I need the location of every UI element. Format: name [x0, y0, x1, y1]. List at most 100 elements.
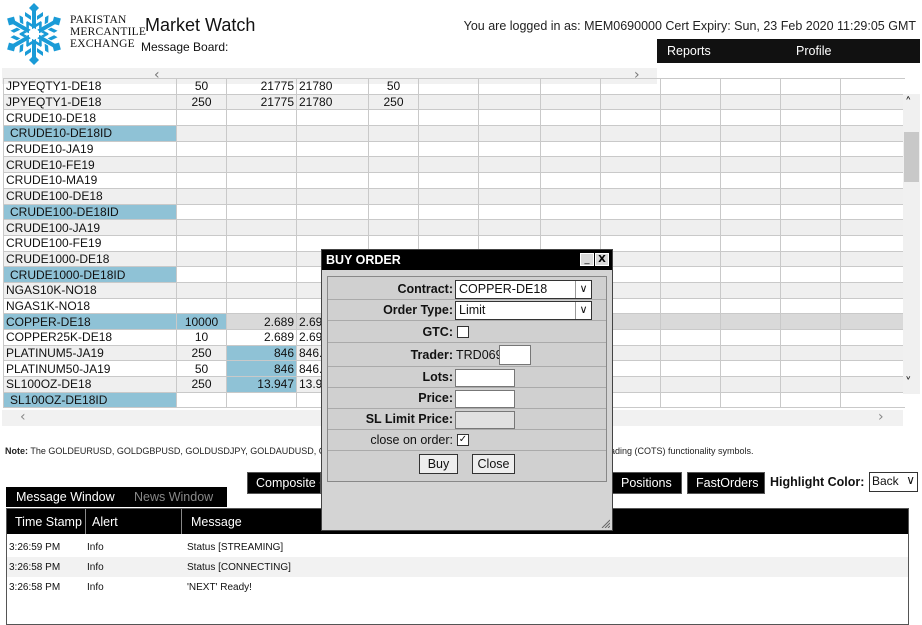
scroll-thumb[interactable]	[904, 132, 919, 182]
market-row[interactable]: CRUDE100-JA19Open	[3, 219, 905, 236]
composite-button[interactable]: Composite O	[247, 472, 321, 494]
close-icon[interactable]: X	[595, 253, 609, 266]
market-row[interactable]: JPYEQTY1-DE1850217752178050Open	[3, 78, 905, 95]
empty-cell	[540, 109, 601, 127]
empty-cell	[660, 219, 721, 236]
dialog-title-bar[interactable]: BUY ORDER _ X	[322, 250, 612, 270]
scroll-left-icon[interactable]: ‹	[20, 409, 26, 425]
market-row[interactable]: CRUDE10-DE18Open	[3, 109, 905, 127]
market-row[interactable]: CRUDE100-DE18Open	[3, 187, 905, 205]
symbol-cell: JPYEQTY1-DE18	[3, 93, 177, 111]
market-row[interactable]: CRUDE10-DE18IDOpen	[3, 125, 905, 142]
empty-cell	[840, 360, 905, 378]
qty-cell	[176, 266, 227, 283]
symbol-cell: COPPER-DE18	[3, 313, 177, 330]
empty-cell	[720, 297, 781, 315]
lots-input[interactable]	[455, 369, 515, 387]
gtc-checkbox[interactable]	[457, 326, 469, 338]
footnote-tail: ading (COTS) functionality symbols.	[610, 446, 754, 456]
close-button[interactable]: Close	[472, 454, 515, 474]
symbol-cell: CRUDE100-DE18	[3, 187, 177, 205]
empty-cell	[418, 219, 479, 236]
nav-reports[interactable]: Reports	[667, 44, 711, 58]
symbol-cell: SL100OZ-DE18	[3, 376, 177, 393]
qty-cell	[176, 391, 227, 409]
empty-cell	[540, 172, 601, 189]
scroll-up-icon[interactable]: ˄	[905, 96, 912, 111]
empty-cell	[840, 140, 905, 158]
empty-cell	[600, 187, 661, 205]
empty-cell	[840, 329, 905, 346]
empty-cell	[660, 297, 721, 315]
close-on-order-checkbox[interactable]: ✓	[457, 434, 469, 446]
empty-cell	[660, 344, 721, 362]
market-row[interactable]: CRUDE100-DE18IDOpen	[3, 203, 905, 221]
message-text: Status [STREAMING]	[187, 542, 284, 553]
empty-cell	[418, 156, 479, 174]
ask-qty-cell	[368, 219, 419, 236]
empty-cell	[720, 376, 781, 393]
fastorders-button[interactable]: FastOrders	[687, 472, 765, 494]
grid-vertical-scrollbar[interactable]: ˄ ˅	[903, 94, 920, 394]
bid-price-cell	[226, 125, 297, 142]
scroll-right-icon[interactable]: ›	[878, 409, 884, 425]
empty-cell	[478, 125, 541, 142]
message-row: 3:26:58 PM Info Status [CONNECTING]	[7, 557, 908, 577]
bid-price-cell: 21775	[226, 78, 297, 95]
empty-cell	[780, 266, 841, 283]
symbol-cell: SL100OZ-DE18ID	[3, 391, 177, 409]
message-row: 3:26:59 PM Info Status [STREAMING]	[7, 537, 908, 557]
empty-cell	[780, 109, 841, 127]
trader-input[interactable]	[499, 345, 531, 365]
market-row[interactable]: CRUDE10-FE19Open	[3, 156, 905, 174]
price-input[interactable]	[455, 390, 515, 408]
empty-cell	[540, 156, 601, 174]
ask-qty-cell: 50	[368, 78, 419, 95]
empty-cell	[840, 313, 905, 330]
tab-news-window[interactable]: News Window	[134, 490, 213, 504]
logo-line-1: PAKISTAN	[70, 14, 127, 26]
empty-cell	[660, 281, 721, 299]
market-row[interactable]: CRUDE10-JA19Open	[3, 140, 905, 158]
empty-cell	[780, 78, 841, 95]
empty-cell	[600, 78, 661, 95]
empty-cell	[720, 187, 781, 205]
market-row[interactable]: JPYEQTY1-DE182502177521780250Open	[3, 93, 905, 111]
col-alert: Alert	[92, 515, 118, 529]
message-text: Status [CONNECTING]	[187, 562, 291, 573]
empty-cell	[840, 297, 905, 315]
symbol-cell: NGAS10K-NO18	[3, 281, 177, 299]
empty-cell	[720, 329, 781, 346]
highlight-color-value: Back	[872, 474, 899, 488]
nav-profile[interactable]: Profile	[796, 44, 831, 58]
empty-cell	[540, 219, 601, 236]
tab-message-window[interactable]: Message Window	[16, 490, 115, 504]
minimize-icon[interactable]: _	[580, 253, 594, 266]
empty-cell	[720, 172, 781, 189]
empty-cell	[600, 156, 661, 174]
bid-price-cell	[226, 172, 297, 189]
buy-button[interactable]: Buy	[419, 454, 458, 474]
resize-grip-icon[interactable]	[600, 518, 610, 528]
empty-cell	[660, 78, 721, 95]
market-row[interactable]: CRUDE10-MA19Open	[3, 172, 905, 189]
buy-order-dialog: BUY ORDER _ X Contract: COPPER-DE18 ∨ Or…	[321, 249, 613, 531]
positions-button[interactable]: Positions	[612, 472, 682, 494]
contract-select[interactable]: COPPER-DE18 ∨	[455, 280, 592, 299]
empty-cell	[478, 203, 541, 221]
empty-cell	[600, 125, 661, 142]
empty-cell	[418, 125, 479, 142]
empty-cell	[600, 109, 661, 127]
symbol-cell: CRUDE100-JA19	[3, 219, 177, 236]
highlight-color-select[interactable]: Back ∨	[869, 472, 918, 492]
empty-cell	[780, 172, 841, 189]
scroll-down-icon[interactable]: ˅	[905, 376, 912, 391]
col-time-stamp: Time Stamp	[15, 515, 82, 529]
order-type-select[interactable]: Limit ∨	[455, 301, 592, 320]
contract-value: COPPER-DE18	[459, 282, 548, 296]
empty-cell	[720, 266, 781, 283]
empty-cell	[780, 376, 841, 393]
symbol-cell: PLATINUM50-JA19	[3, 360, 177, 378]
logo-line-3: EXCHANGE	[70, 38, 135, 50]
empty-cell	[478, 109, 541, 127]
